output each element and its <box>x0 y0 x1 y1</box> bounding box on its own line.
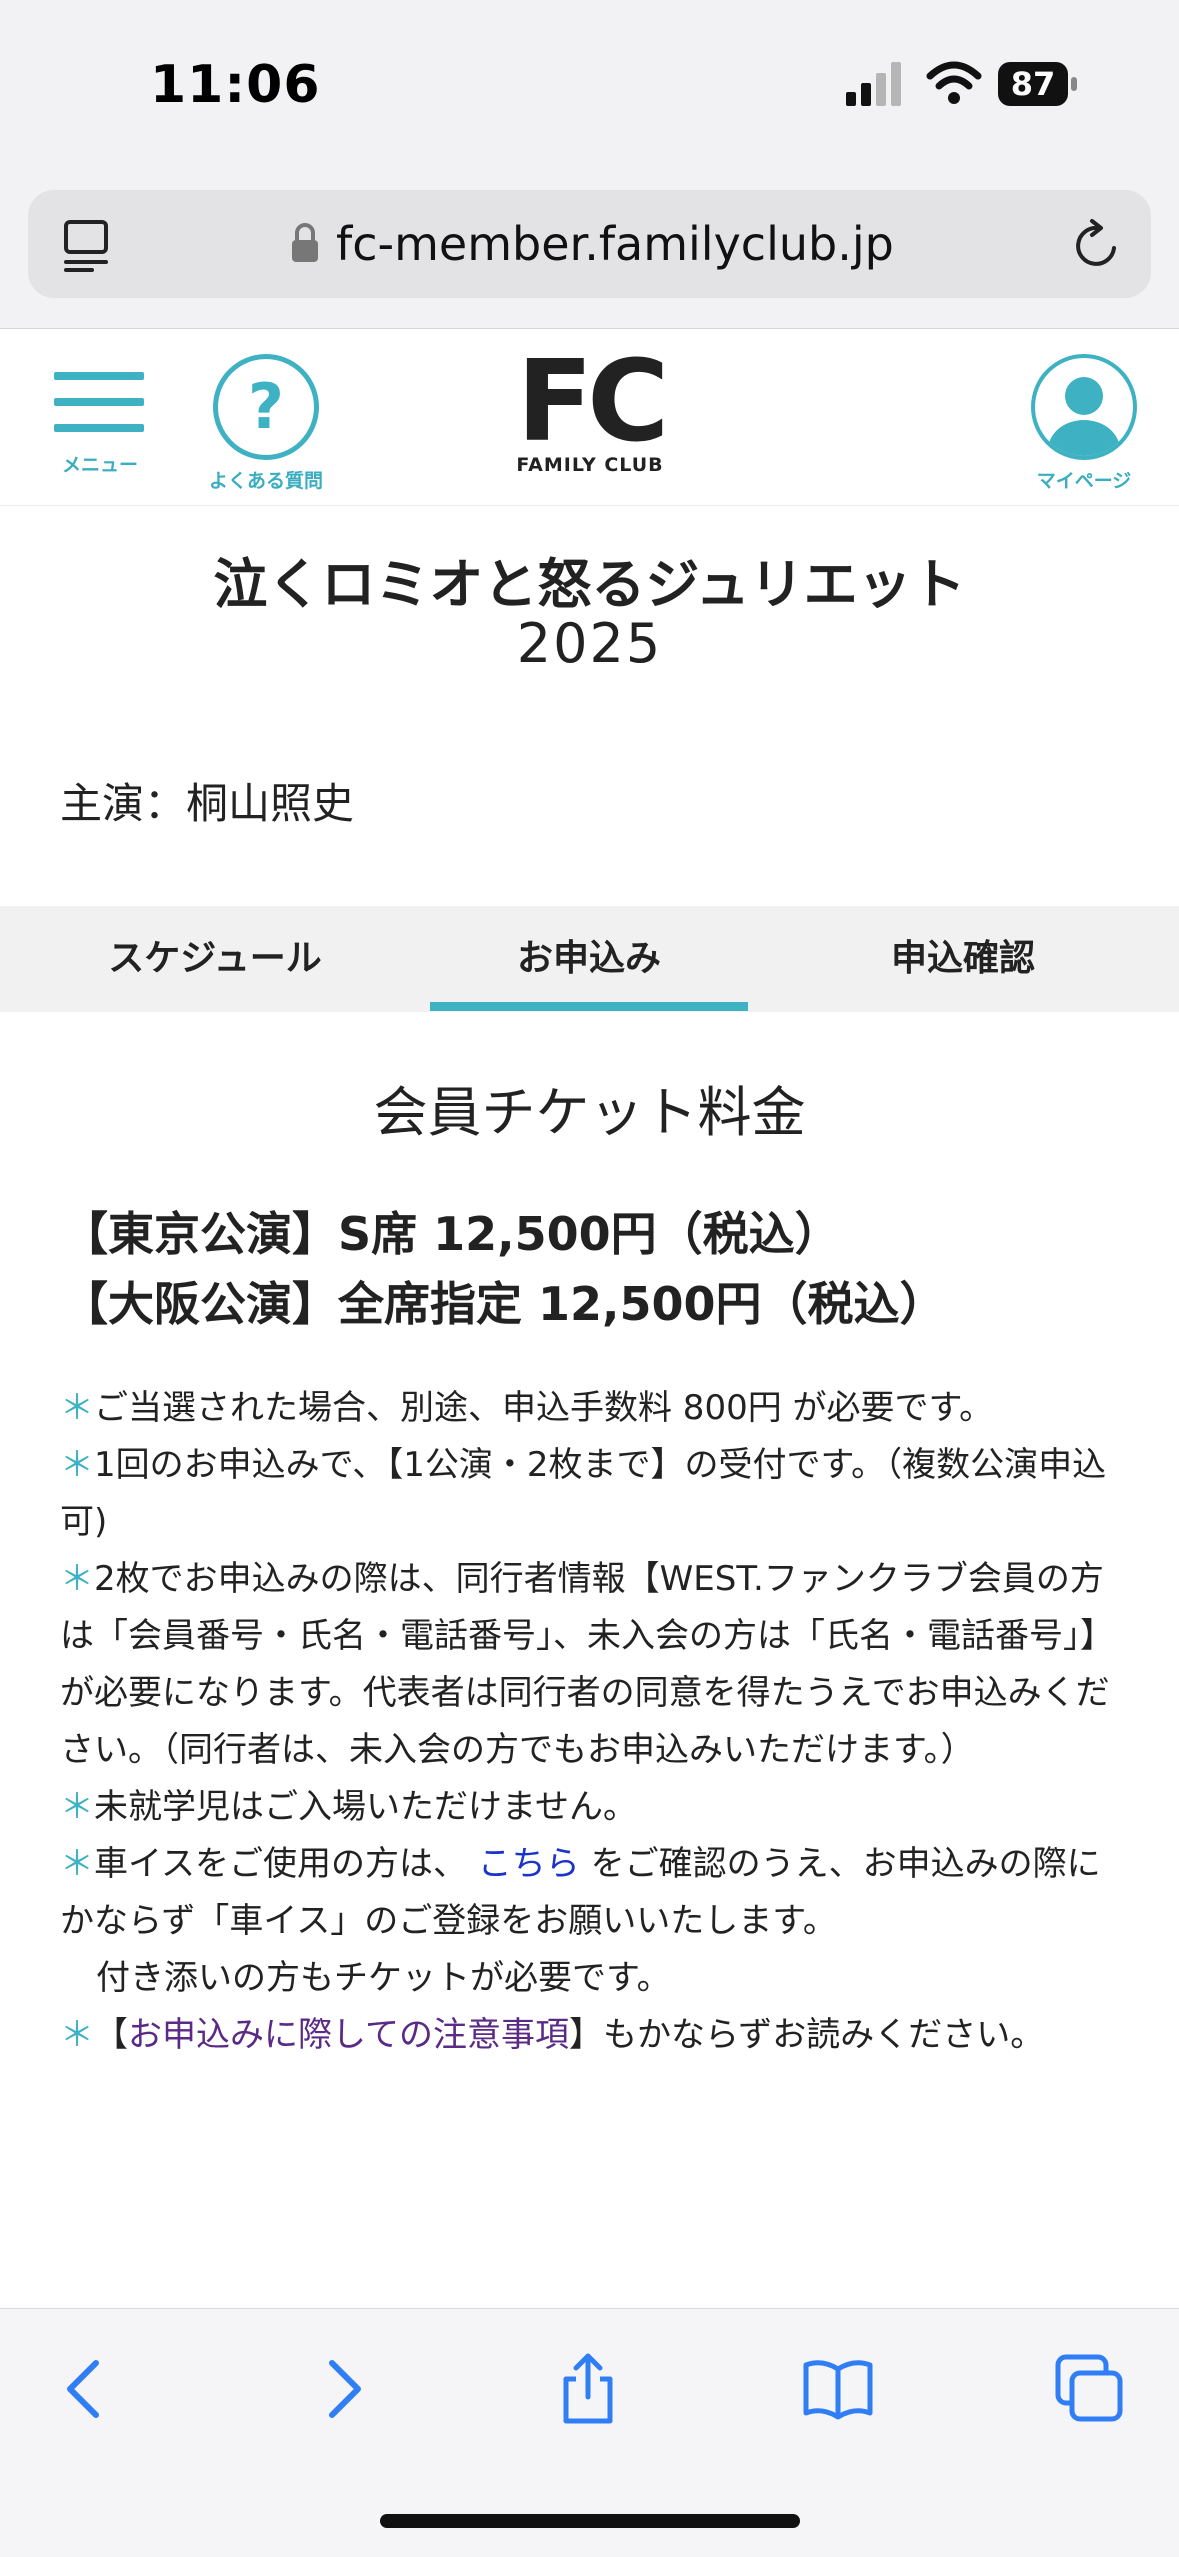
back-icon[interactable] <box>48 2351 124 2427</box>
asterisk-mark: ＊ <box>60 2015 94 2055</box>
tab-schedule[interactable]: スケジュール <box>60 906 370 1012</box>
browser-address-area: fc-member.familyclub.jp <box>0 170 1179 329</box>
faq-button[interactable]: ? よくある質問 <box>205 354 327 494</box>
price-osaka: 【大阪公演】全席指定 12,500円（税込） <box>62 1277 946 1331</box>
asterisk-mark: ＊ <box>60 1559 94 1599</box>
menu-button[interactable]: メニュー <box>52 372 148 482</box>
note-attendant: 付き添いの方もチケットが必要です。 <box>96 1958 671 1998</box>
section-title: 会員チケット料金 <box>373 1081 806 1144</box>
reload-icon[interactable] <box>1068 218 1124 274</box>
asterisk-mark: ＊ <box>60 1445 94 1485</box>
asterisk-mark: ＊ <box>60 1844 94 1884</box>
share-icon[interactable] <box>550 2351 626 2427</box>
hamburger-icon <box>52 372 148 432</box>
note-fee: ＊ご当選された場合、別途、申込手数料 800円 が必要です。 <box>60 1380 1126 1437</box>
site-header: メニュー ? よくある質問 FC FAMILY CLUB マイページ <box>0 330 1179 506</box>
active-tab-indicator <box>430 1002 748 1011</box>
forward-icon[interactable] <box>304 2351 380 2427</box>
status-bar: 11:06 87 <box>0 0 1179 170</box>
note-text: 1回のお申込みで、【1公演・2枚まで】の受付です。（複数公演申込可) <box>60 1445 1107 1542</box>
familyclub-logo[interactable]: FC FAMILY CLUB <box>500 337 680 482</box>
bracket-open: 【 <box>94 2015 128 2055</box>
page-title-year: 2025 <box>516 612 663 675</box>
note-text: 未就学児はご入場いただけません。 <box>94 1787 637 1827</box>
address-bar[interactable]: fc-member.familyclub.jp <box>28 190 1151 298</box>
note-companion: ＊2枚でお申込みの際は、同行者情報【WEST.ファンクラブ会員の方は「会員番号・… <box>60 1551 1126 1779</box>
note-precautions: ＊【お申込みに際しての注意事項】もかならずお読みください。 <box>60 2007 1126 2064</box>
note-limit: ＊1回のお申込みで、【1公演・2枚まで】の受付です。（複数公演申込可) <box>60 1437 1126 1551</box>
note-text: 】もかならずお読みください。 <box>568 2015 1045 2055</box>
url-text[interactable]: fc-member.familyclub.jp <box>336 214 894 274</box>
tab-bar: スケジュール お申込み 申込確認 <box>0 906 1179 1012</box>
wifi-icon <box>926 61 982 104</box>
battery-indicator: 87 <box>998 62 1080 108</box>
tab-confirm[interactable]: 申込確認 <box>808 906 1118 1012</box>
mypage-label: マイページ <box>1036 470 1132 492</box>
note-text: 車イスをご使用の方は、 <box>94 1844 467 1884</box>
logo-subtitle: FAMILY CLUB <box>516 454 664 476</box>
battery-level: 87 <box>998 62 1068 106</box>
home-indicator[interactable] <box>380 2514 800 2528</box>
asterisk-mark: ＊ <box>60 1787 94 1827</box>
note-text: 2枚でお申込みの際は、同行者情報【WEST.ファンクラブ会員の方は「会員番号・氏… <box>60 1559 1114 1770</box>
tab-apply[interactable]: お申込み <box>430 906 748 1012</box>
menu-label: メニュー <box>61 454 138 476</box>
status-time: 11:06 <box>150 55 321 115</box>
asterisk-mark: ＊ <box>60 1388 94 1428</box>
precautions-link[interactable]: お申込みに際しての注意事項 <box>128 2015 569 2055</box>
question-icon: ? <box>213 354 319 460</box>
mypage-button[interactable]: マイページ <box>1024 354 1144 494</box>
note-wheelchair: ＊車イスをご使用の方は、 こちら をご確認のうえ、お申込みの際にかならず「車イス… <box>60 1836 1126 1950</box>
tabs-icon[interactable] <box>1050 2351 1126 2427</box>
note-text: ご当選された場合、別途、申込手数料 800円 が必要です。 <box>94 1388 994 1428</box>
faq-label: よくある質問 <box>208 470 323 492</box>
notes-list: ＊ご当選された場合、別途、申込手数料 800円 が必要です。 ＊1回のお申込みで… <box>60 1380 1126 2064</box>
page-title: 泣くロミオと怒るジュリエット <box>213 553 966 616</box>
note-preschool: ＊未就学児はご入場いただけません。 <box>60 1779 1126 1836</box>
page-menu-icon[interactable] <box>62 218 114 274</box>
wheelchair-info-link[interactable]: こちら <box>478 1844 580 1884</box>
cellular-signal-icon <box>846 62 901 106</box>
lead-cast: 主演：桐山照史 <box>60 779 355 828</box>
logo-mark: FC <box>516 337 670 467</box>
user-icon <box>1031 354 1137 460</box>
bookmarks-icon[interactable] <box>800 2351 876 2427</box>
price-tokyo: 【東京公演】S席 12,500円（税込） <box>62 1207 841 1261</box>
lock-icon <box>292 223 318 262</box>
